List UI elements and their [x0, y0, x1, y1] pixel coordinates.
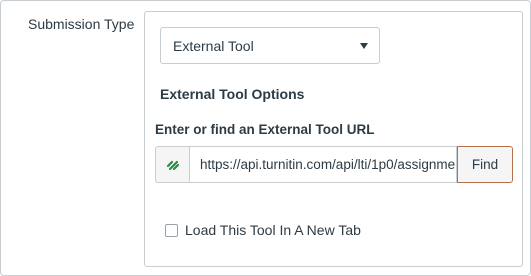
submission-type-settings: Submission Type External Tool External T…: [0, 0, 531, 276]
new-tab-option[interactable]: Load This Tool In A New Tab: [165, 222, 361, 238]
select-caret-icon: [360, 43, 368, 49]
submission-type-select[interactable]: External Tool: [160, 27, 380, 64]
external-tool-options-title: External Tool Options: [160, 86, 305, 102]
find-button[interactable]: Find: [457, 146, 513, 183]
new-tab-checkbox[interactable]: [165, 223, 178, 237]
external-tool-url-label: Enter or find an External Tool URL: [155, 122, 375, 137]
link-icon-addon: [155, 146, 189, 183]
new-tab-label: Load This Tool In A New Tab: [185, 222, 361, 238]
submission-options-panel: External Tool External Tool Options Ente…: [144, 11, 523, 267]
link-icon: [166, 160, 179, 170]
submission-type-label: Submission Type: [28, 16, 135, 32]
external-tool-url-input[interactable]: https://api.turnitin.com/api/lti/1p0/ass…: [189, 146, 457, 183]
submission-type-value: External Tool: [173, 37, 254, 54]
external-tool-url-group: https://api.turnitin.com/api/lti/1p0/ass…: [155, 146, 514, 183]
